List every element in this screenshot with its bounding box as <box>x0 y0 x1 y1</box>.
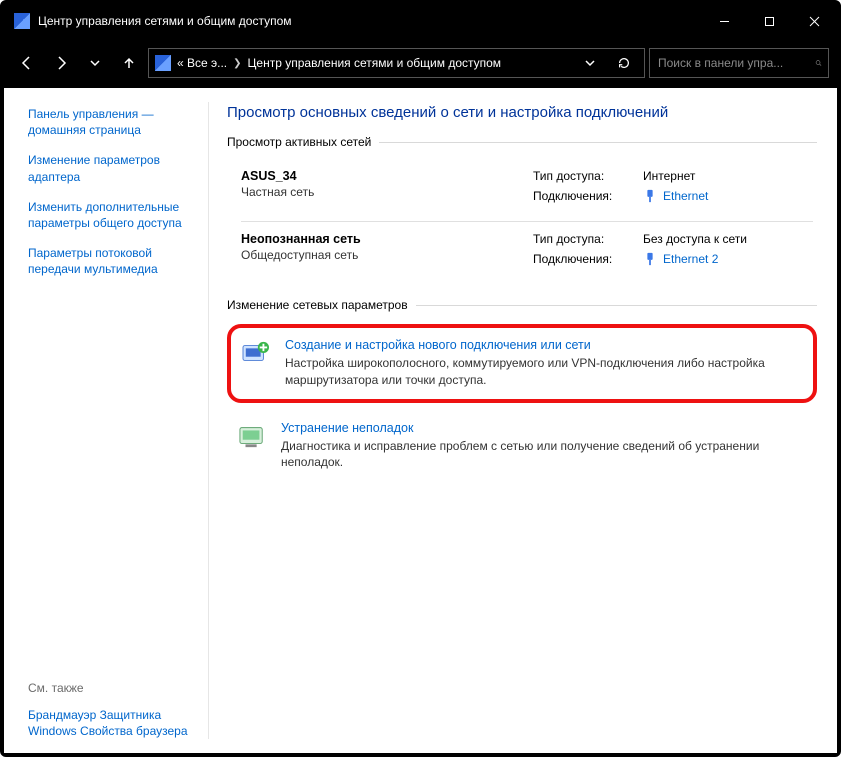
active-networks-legend: Просмотр активных сетей <box>227 135 379 149</box>
network-type: Общедоступная сеть <box>241 248 533 262</box>
up-button[interactable] <box>114 48 144 78</box>
window-title: Центр управления сетями и общим доступом <box>38 14 702 28</box>
sidebar-link-media-streaming[interactable]: Параметры потоковой передачи мультимедиа <box>28 245 199 277</box>
connection-link[interactable]: Ethernet 2 <box>643 252 813 266</box>
action-title[interactable]: Устранение неполадок <box>281 421 807 435</box>
address-bar[interactable]: « Все э... ❯ Центр управления сетями и о… <box>148 48 645 78</box>
network-entry: ASUS_34 Частная сеть Тип доступа: Интерн… <box>227 159 817 221</box>
chevron-right-icon[interactable]: ❯ <box>233 58 241 69</box>
search-input[interactable] <box>656 55 815 71</box>
sidebar-link-advanced-sharing[interactable]: Изменить дополнительные параметры общего… <box>28 199 199 231</box>
access-type-value: Интернет <box>643 169 813 183</box>
action-title[interactable]: Создание и настройка нового подключения … <box>285 338 803 352</box>
change-settings-group: Изменение сетевых параметров Создание и … <box>227 298 817 487</box>
breadcrumb-icon <box>155 55 171 71</box>
main-content: Просмотр основных сведений о сети и наст… <box>209 88 837 753</box>
connection-link-text: Ethernet 2 <box>663 252 718 266</box>
network-type: Частная сеть <box>241 185 533 199</box>
minimize-button[interactable] <box>702 4 747 38</box>
search-icon <box>815 56 822 70</box>
connection-link[interactable]: Ethernet <box>643 189 813 203</box>
ethernet-icon <box>643 252 657 266</box>
search-box[interactable] <box>649 48 829 78</box>
sidebar-link-browser-properties[interactable]: Свойства браузера <box>80 724 188 738</box>
action-desc: Настройка широкополосного, коммутируемог… <box>285 355 803 389</box>
window-controls <box>702 4 837 38</box>
close-button[interactable] <box>792 4 837 38</box>
access-type-label: Тип доступа: <box>533 169 643 183</box>
page-heading: Просмотр основных сведений о сети и наст… <box>227 104 817 121</box>
sidebar-home-link[interactable]: Панель управления — домашняя страница <box>28 106 199 138</box>
action-new-connection[interactable]: Создание и настройка нового подключения … <box>227 324 817 403</box>
maximize-button[interactable] <box>747 4 792 38</box>
see-also-label: См. также <box>28 681 199 695</box>
refresh-button[interactable] <box>610 49 638 77</box>
sidebar-footer: См. также Брандмауэр Защитника Windows С… <box>28 681 199 739</box>
network-name: ASUS_34 <box>241 169 533 183</box>
active-networks-group: Просмотр активных сетей ASUS_34 Частная … <box>227 135 817 290</box>
connections-label: Подключения: <box>533 189 643 203</box>
breadcrumb-segment[interactable]: « Все э... <box>177 56 227 70</box>
titlebar: Центр управления сетями и общим доступом <box>4 4 837 38</box>
breadcrumb-segment[interactable]: Центр управления сетями и общим доступом <box>248 56 502 70</box>
action-troubleshoot[interactable]: Устранение неполадок Диагностика и испра… <box>227 411 817 482</box>
divider <box>208 102 209 739</box>
sidebar: Панель управления — домашняя страница Из… <box>4 88 209 753</box>
navbar: « Все э... ❯ Центр управления сетями и о… <box>4 38 837 88</box>
app-icon <box>14 13 30 29</box>
change-settings-legend: Изменение сетевых параметров <box>227 298 416 312</box>
address-dropdown-button[interactable] <box>576 49 604 77</box>
connections-label: Подключения: <box>533 252 643 266</box>
new-connection-icon <box>241 340 271 366</box>
access-type-value: Без доступа к сети <box>643 232 813 246</box>
forward-button[interactable] <box>46 48 76 78</box>
network-entry: Неопознанная сеть Общедоступная сеть Тип… <box>227 222 817 284</box>
troubleshoot-icon <box>237 423 267 449</box>
history-dropdown-button[interactable] <box>80 48 110 78</box>
ethernet-icon <box>643 189 657 203</box>
back-button[interactable] <box>12 48 42 78</box>
action-desc: Диагностика и исправление проблем с сеть… <box>281 438 807 472</box>
access-type-label: Тип доступа: <box>533 232 643 246</box>
network-name: Неопознанная сеть <box>241 232 533 246</box>
sidebar-link-adapter-settings[interactable]: Изменение параметров адаптера <box>28 152 199 184</box>
connection-link-text: Ethernet <box>663 189 708 203</box>
